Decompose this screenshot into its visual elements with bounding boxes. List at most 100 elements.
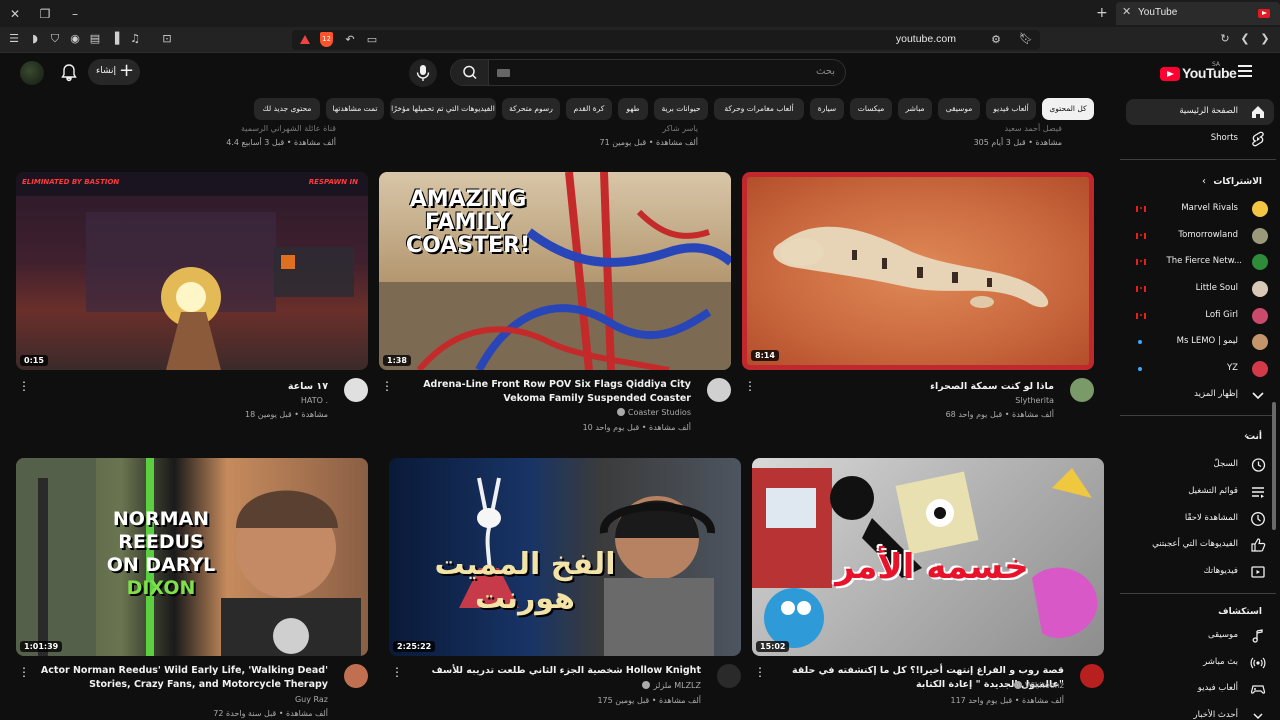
video-thumbnail[interactable]: 8:14 bbox=[742, 172, 1094, 370]
sidebar-item-watch-later[interactable]: المشاهدة لاحقًا bbox=[1126, 506, 1274, 532]
channel-avatar[interactable] bbox=[1070, 378, 1094, 402]
sidebar-subscription[interactable]: Ms LEMO | ليمو bbox=[1126, 329, 1274, 355]
sidebar-item-gaming[interactable]: ألعاب فيديو bbox=[1126, 676, 1274, 702]
sidebar-item-your-videos[interactable]: فيديوهاتك bbox=[1126, 559, 1274, 585]
chip-video-games[interactable]: ألعاب فيديو bbox=[986, 98, 1036, 120]
channel-avatar[interactable] bbox=[1080, 664, 1104, 688]
video-title[interactable]: ماذا لو كنت سمكة الصحراء bbox=[764, 380, 1054, 394]
screenshot-icon[interactable]: ⊡ bbox=[159, 31, 175, 47]
channel-name[interactable]: Slytherita bbox=[1015, 396, 1054, 405]
sidebar-item-shorts[interactable]: Shorts bbox=[1126, 126, 1274, 152]
chip-live[interactable]: مباشر bbox=[898, 98, 932, 120]
music-icon[interactable]: ♫ bbox=[127, 31, 143, 47]
chip-action-adventure[interactable]: ألعاب مغامرات وحركة bbox=[714, 98, 804, 120]
sidebar-item-home[interactable]: الصفحة الرئيسية bbox=[1126, 99, 1274, 125]
sidebar-item-live[interactable]: بث مباشر bbox=[1126, 650, 1274, 676]
search-input[interactable]: بحث bbox=[816, 66, 835, 77]
account-avatar[interactable] bbox=[20, 61, 44, 85]
brave-rewards-icon[interactable] bbox=[300, 35, 310, 44]
video-card[interactable]: AMAZING FAMILY COASTER! 1:38 Adrena-Line… bbox=[379, 172, 731, 442]
chip-car[interactable]: سيارة bbox=[810, 98, 844, 120]
youtube-logo[interactable]: YouTube SA bbox=[1160, 61, 1237, 85]
top-video-channel[interactable]: قناة عائلة الشهراني الرسمية bbox=[241, 124, 336, 133]
more-options-icon[interactable]: ⋮ bbox=[391, 666, 403, 680]
create-button[interactable]: + إنشاء bbox=[88, 59, 140, 85]
sidebar-panel-icon[interactable]: ▐ bbox=[107, 31, 123, 47]
video-thumbnail[interactable]: AMAZING FAMILY COASTER! 1:38 bbox=[379, 172, 731, 370]
page-scrollbar[interactable] bbox=[1270, 58, 1276, 720]
bookmark-icon[interactable]: 🔖︎ bbox=[1018, 31, 1034, 47]
forward-icon[interactable]: ❯ bbox=[1257, 31, 1273, 47]
sidebar-item-history[interactable]: السجلّ bbox=[1126, 452, 1274, 478]
search-button[interactable] bbox=[451, 60, 489, 85]
chip-mixes[interactable]: ميكسات bbox=[850, 98, 892, 120]
reload-icon[interactable]: ↻ bbox=[1217, 31, 1233, 47]
more-options-icon[interactable]: ⋮ bbox=[18, 666, 30, 680]
voice-search-button[interactable] bbox=[409, 59, 437, 87]
sidebar-item-music[interactable]: موسيقى bbox=[1126, 623, 1274, 649]
sidebar-subscription[interactable]: Tomorrowland bbox=[1126, 223, 1274, 249]
menu-icon[interactable]: ☰ bbox=[6, 31, 22, 47]
video-thumbnail[interactable]: NORMAN REEDUS ON DARYL DIXON 1:01:39 bbox=[16, 458, 368, 656]
chip-music[interactable]: موسيقى bbox=[938, 98, 980, 120]
sidebar-subscription[interactable]: The Fierce Netw... bbox=[1126, 249, 1274, 275]
more-options-icon[interactable]: ⋮ bbox=[744, 380, 756, 394]
sidebar-item-playlists[interactable]: قوائم التشغيل bbox=[1126, 479, 1274, 505]
restore-window-icon[interactable]: ❐ bbox=[36, 5, 54, 23]
video-card[interactable]: الفخ المميت هورنت 2:25:22 شخصية الجزء ال… bbox=[389, 458, 741, 720]
top-video-channel[interactable]: فيصل أحمد سعيد bbox=[1005, 124, 1063, 133]
chip-football[interactable]: كرة القدم bbox=[566, 98, 612, 120]
channel-name[interactable]: ملزلز MLZLZ bbox=[642, 681, 701, 690]
more-options-icon[interactable]: ⋮ bbox=[754, 666, 766, 680]
video-title[interactable]: Actor Norman Reedus' Wild Early Life, 'W… bbox=[38, 664, 328, 692]
video-title[interactable]: Adrena-Line Front Row POV Six Flags Qidd… bbox=[401, 378, 691, 406]
back-icon[interactable]: ❮ bbox=[1237, 31, 1253, 47]
speed-dial-icon[interactable]: ◗ bbox=[27, 31, 43, 47]
channel-name[interactable]: Guy Raz bbox=[295, 695, 328, 704]
location-icon[interactable]: ◉ bbox=[67, 31, 83, 47]
search-box[interactable]: بحث bbox=[450, 59, 846, 86]
more-options-icon[interactable]: ⋮ bbox=[18, 380, 30, 394]
chip-animation[interactable]: رسوم متحركة bbox=[502, 98, 560, 120]
video-thumbnail[interactable]: الفخ المميت هورنت 2:25:22 bbox=[389, 458, 741, 656]
cast-icon[interactable]: ▭ bbox=[364, 32, 380, 48]
chip-watched[interactable]: تمت مشاهدتها bbox=[326, 98, 384, 120]
new-tab-icon[interactable]: + bbox=[1096, 5, 1108, 21]
subscriptions-header[interactable]: الاشتراكات ‹ bbox=[1126, 173, 1274, 193]
channel-name[interactable]: Coaster Studios bbox=[616, 408, 691, 417]
close-window-icon[interactable]: ✕ bbox=[6, 5, 24, 23]
more-options-icon[interactable]: ⋮ bbox=[381, 380, 393, 394]
chip-new-to-you[interactable]: محتوى جديد لك bbox=[254, 98, 320, 120]
sidebar-item-liked-videos[interactable]: الفيديوهات التي أعجبتني bbox=[1126, 532, 1274, 558]
close-tab-icon[interactable]: ✕ bbox=[1122, 5, 1131, 18]
keyboard-icon[interactable] bbox=[497, 69, 510, 77]
channel-avatar[interactable] bbox=[344, 664, 368, 688]
channel-avatar[interactable] bbox=[707, 378, 731, 402]
minimize-window-icon[interactable]: – bbox=[66, 5, 84, 23]
channel-name[interactable]: Wikitoonz bbox=[1013, 681, 1064, 690]
sidebar-subscription[interactable]: Marvel Rivals bbox=[1126, 196, 1274, 222]
sidebar-item-news[interactable]: أحدث الأخبار bbox=[1126, 703, 1274, 720]
scrollbar-thumb[interactable] bbox=[1272, 402, 1276, 530]
sidebar-subscription[interactable]: Lofi Girl bbox=[1126, 303, 1274, 329]
video-card[interactable]: 8:14 ماذا لو كنت سمكة الصحراء Slytherita… bbox=[742, 172, 1094, 442]
chip-all[interactable]: كل المحتوى bbox=[1042, 98, 1094, 120]
video-title[interactable]: شخصية الجزء الثاني طلعت تدريبه للأسف Hol… bbox=[411, 664, 701, 678]
channel-avatar[interactable] bbox=[344, 378, 368, 402]
reader-icon[interactable]: ▤ bbox=[87, 31, 103, 47]
video-thumbnail[interactable]: ELIMINATED BY BASTION RESPAWN IN 0:15 bbox=[16, 172, 368, 370]
show-more-button[interactable]: إظهار المزيد bbox=[1126, 382, 1274, 408]
shield-settings-icon[interactable]: ⛉ bbox=[47, 31, 63, 47]
channel-avatar[interactable] bbox=[717, 664, 741, 688]
site-settings-icon[interactable]: ⚙ bbox=[988, 32, 1004, 48]
video-card[interactable]: ELIMINATED BY BASTION RESPAWN IN 0:15 ١٧… bbox=[16, 172, 368, 442]
video-card[interactable]: NORMAN REEDUS ON DARYL DIXON 1:01:39 Act… bbox=[16, 458, 368, 720]
guide-menu-icon[interactable] bbox=[1238, 65, 1252, 77]
top-video-channel[interactable]: ياسر شاكر bbox=[662, 124, 698, 133]
sidebar-subscription[interactable]: Little Soul bbox=[1126, 276, 1274, 302]
chip-wildlife[interactable]: حيوانات برية bbox=[654, 98, 708, 120]
sidebar-subscription[interactable]: YZ bbox=[1126, 356, 1274, 382]
address-bar[interactable]: 12 ↶ ▭ youtube.com ⚙ bbox=[292, 30, 1040, 50]
video-card[interactable]: خسمه الأمر 15:02 قصة روب و الفراغ إنتهت … bbox=[752, 458, 1104, 720]
video-title[interactable]: ١٧ ساعة bbox=[38, 380, 328, 394]
